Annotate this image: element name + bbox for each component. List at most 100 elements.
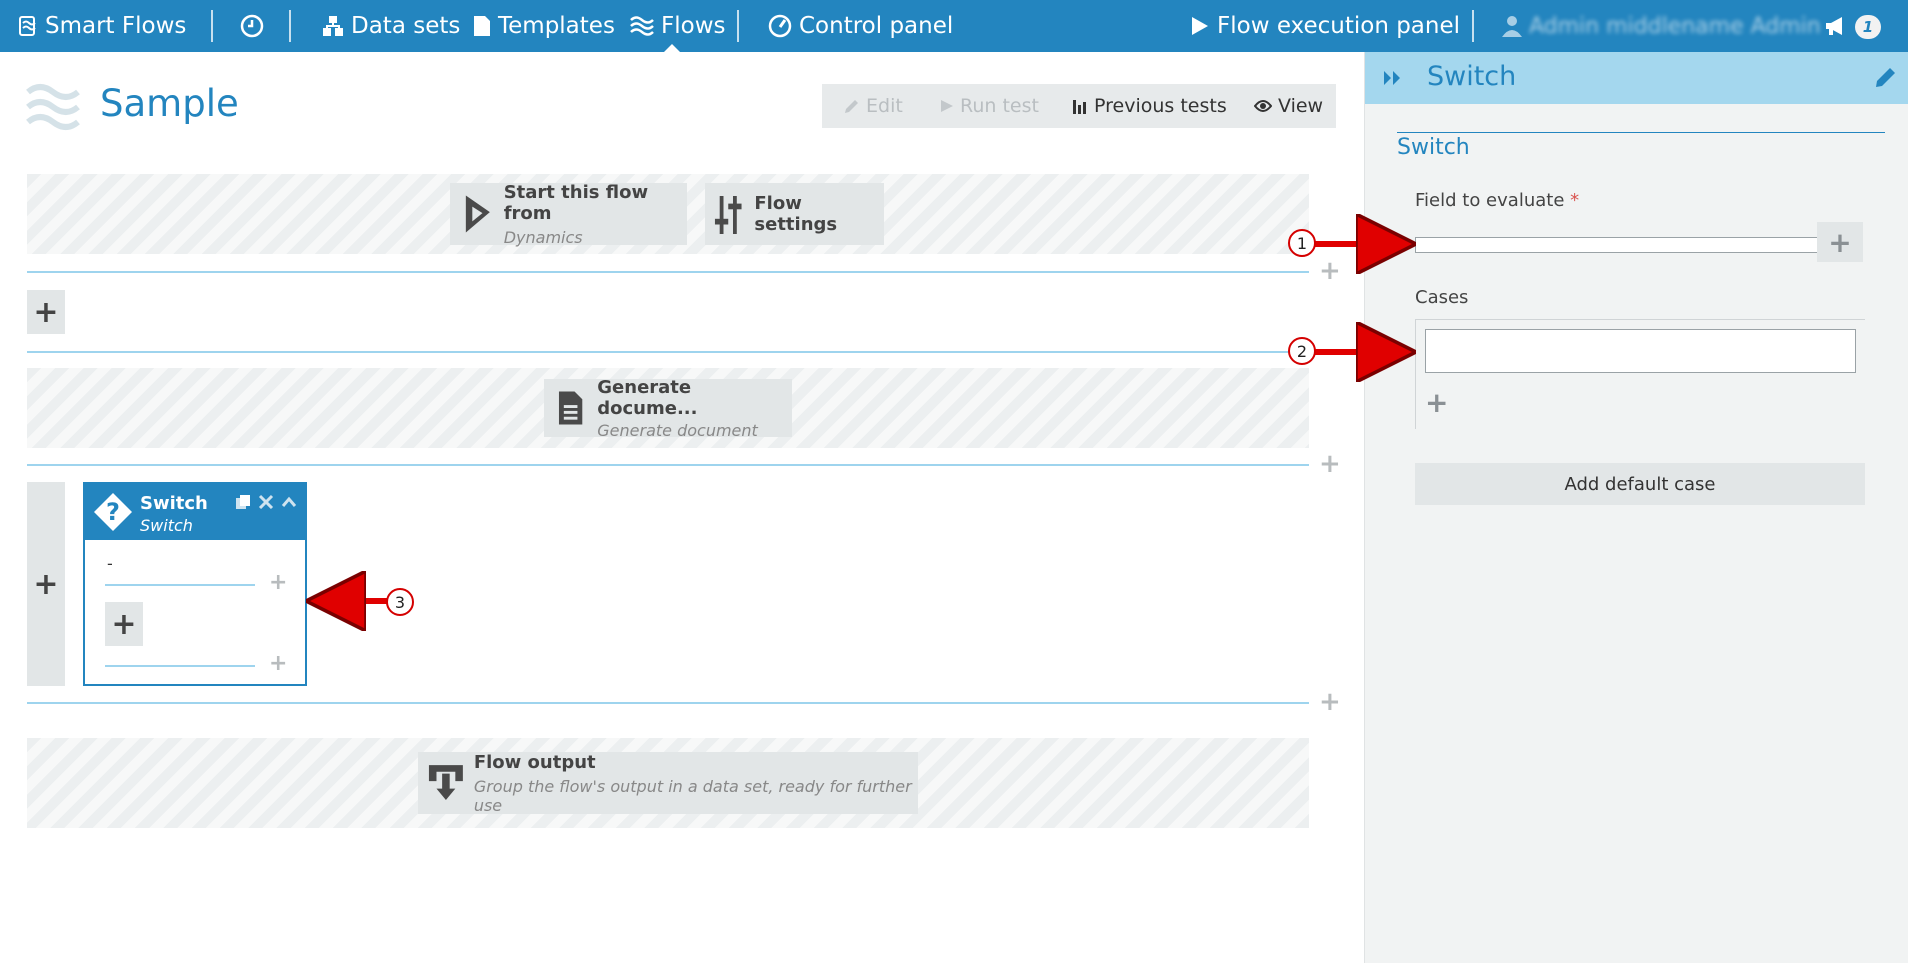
start-node-subtitle: Dynamics xyxy=(503,227,583,247)
run-test-button[interactable]: Run test xyxy=(940,84,1039,128)
dynamics-logo-icon xyxy=(465,195,490,233)
megaphone-icon xyxy=(1826,17,1842,35)
previous-tests-button[interactable]: Previous tests xyxy=(1072,84,1227,128)
switch-node-header: ? Switch Switch xyxy=(85,484,305,540)
add-case-button[interactable]: + xyxy=(1425,386,1448,419)
switch-node-subtitle: Switch xyxy=(140,516,193,535)
copy-icon[interactable] xyxy=(235,494,251,510)
connector-line xyxy=(27,351,1309,353)
flow-output-node[interactable]: Flow output Group the flow's output in a… xyxy=(418,752,918,815)
switch-node[interactable]: ? Switch Switch - + + + xyxy=(83,482,307,686)
field-picker-button[interactable]: + xyxy=(1817,222,1863,262)
nav-flows-label: Flows xyxy=(661,13,726,39)
nav-templates[interactable]: Templates xyxy=(473,0,615,52)
brand-link[interactable]: Smart Flows xyxy=(18,0,186,52)
annotation-callout-2: 2 xyxy=(1288,337,1316,365)
properties-panel: Switch Switch Field to evaluate * + Case… xyxy=(1364,52,1908,963)
nav-data-sets-label: Data sets xyxy=(351,13,461,39)
insert-case-step-button[interactable]: + xyxy=(269,572,287,594)
download-tray-icon xyxy=(428,765,463,800)
annotation-callout-3: 3 xyxy=(386,588,414,616)
generate-node-title: Generate docume... xyxy=(597,376,698,419)
generate-document-node[interactable]: Generate docume... Generate document xyxy=(544,376,792,440)
flow-execution-panel-label: Flow execution panel xyxy=(1217,13,1461,39)
nav-control-panel[interactable]: Control panel xyxy=(768,0,953,52)
play-icon xyxy=(1192,17,1208,35)
start-node-title: Start this flow from xyxy=(503,181,649,224)
bar-chart-icon xyxy=(1073,100,1086,114)
annotation-callout-1: 1 xyxy=(1288,229,1316,257)
double-chevron-right-icon[interactable] xyxy=(1382,69,1404,87)
section-divider xyxy=(1397,132,1885,133)
play-icon xyxy=(941,100,953,112)
sitemap-icon xyxy=(323,16,343,36)
insert-step-button[interactable]: + xyxy=(1319,451,1341,477)
previous-tests-label: Previous tests xyxy=(1094,95,1227,117)
add-case-step-button[interactable]: + xyxy=(105,602,143,646)
notification-badge: 1 xyxy=(1855,15,1881,39)
add-branch-button[interactable]: + xyxy=(27,482,65,686)
insert-case-step-button[interactable]: + xyxy=(269,653,287,675)
case-connector-line xyxy=(105,584,255,586)
flow-settings-node[interactable]: Flow settings xyxy=(705,183,884,245)
view-label: View xyxy=(1278,95,1324,117)
user-icon xyxy=(1502,16,1522,37)
active-nav-indicator xyxy=(664,44,680,52)
field-to-evaluate-label: Field to evaluate * xyxy=(1415,190,1580,211)
connector-line xyxy=(27,271,1309,273)
waves-icon xyxy=(630,16,654,36)
document-icon xyxy=(558,391,583,425)
nav-control-panel-label: Control panel xyxy=(799,13,954,39)
connector-line xyxy=(27,702,1309,704)
edit-button[interactable]: Edit xyxy=(844,84,903,128)
flow-execution-panel-button[interactable]: Flow execution panel xyxy=(1190,0,1460,52)
pencil-icon[interactable] xyxy=(1875,66,1897,88)
gauge-icon xyxy=(768,14,792,38)
top-navigation-bar: Smart Flows Data sets Templates Flows Co… xyxy=(0,0,1908,52)
switch-case-label: - xyxy=(107,554,113,573)
connector-line xyxy=(27,464,1309,466)
edit-label: Edit xyxy=(866,95,903,117)
flow-output-subtitle: Group the flow's output in a data set, r… xyxy=(473,776,912,815)
flow-settings-title: Flow settings xyxy=(754,193,838,235)
svg-text:?: ? xyxy=(106,498,120,526)
user-name: Admin middlename Admin xyxy=(1529,13,1821,39)
add-default-case-button[interactable]: Add default case xyxy=(1415,463,1865,505)
flow-waves-icon xyxy=(26,82,80,136)
add-step-button[interactable]: + xyxy=(27,290,65,334)
page-title: Sample xyxy=(100,82,239,125)
divider xyxy=(1472,10,1474,42)
insert-step-button[interactable]: + xyxy=(1319,258,1341,284)
generate-node-subtitle: Generate document xyxy=(597,420,758,440)
chevron-up-icon[interactable] xyxy=(281,494,297,510)
case-connector-line xyxy=(105,665,255,667)
switch-node-title: Switch xyxy=(140,493,208,514)
start-node[interactable]: Start this flow from Dynamics xyxy=(450,181,687,247)
nav-data-sets[interactable]: Data sets xyxy=(322,0,460,52)
cases-label: Cases xyxy=(1415,287,1469,308)
brand-label: Smart Flows xyxy=(45,13,187,39)
pencil-icon xyxy=(845,100,858,113)
required-marker: * xyxy=(1570,190,1580,211)
question-circle-icon: ? xyxy=(94,493,132,531)
history-button[interactable] xyxy=(240,0,271,52)
run-test-label: Run test xyxy=(960,95,1039,117)
smart-flows-logo-icon xyxy=(19,16,36,36)
user-menu[interactable]: Admin middlename Admin xyxy=(1502,0,1821,52)
close-icon[interactable] xyxy=(258,494,274,510)
section-title: Switch xyxy=(1397,135,1470,160)
sliders-icon xyxy=(714,196,742,234)
nav-templates-label: Templates xyxy=(498,13,615,39)
field-to-evaluate-input[interactable] xyxy=(1415,237,1821,253)
flow-toolbar: Edit Run test Previous tests View xyxy=(822,84,1336,128)
case-value-input[interactable] xyxy=(1425,329,1856,373)
divider xyxy=(289,10,291,42)
clock-icon xyxy=(240,14,264,38)
notifications-button[interactable] xyxy=(1824,0,1855,52)
eye-icon xyxy=(1254,100,1272,112)
divider xyxy=(737,10,739,42)
panel-header-title: Switch xyxy=(1427,61,1517,92)
insert-step-button[interactable]: + xyxy=(1319,689,1341,715)
view-button[interactable]: View xyxy=(1254,84,1323,128)
panel-header: Switch xyxy=(1365,52,1908,104)
